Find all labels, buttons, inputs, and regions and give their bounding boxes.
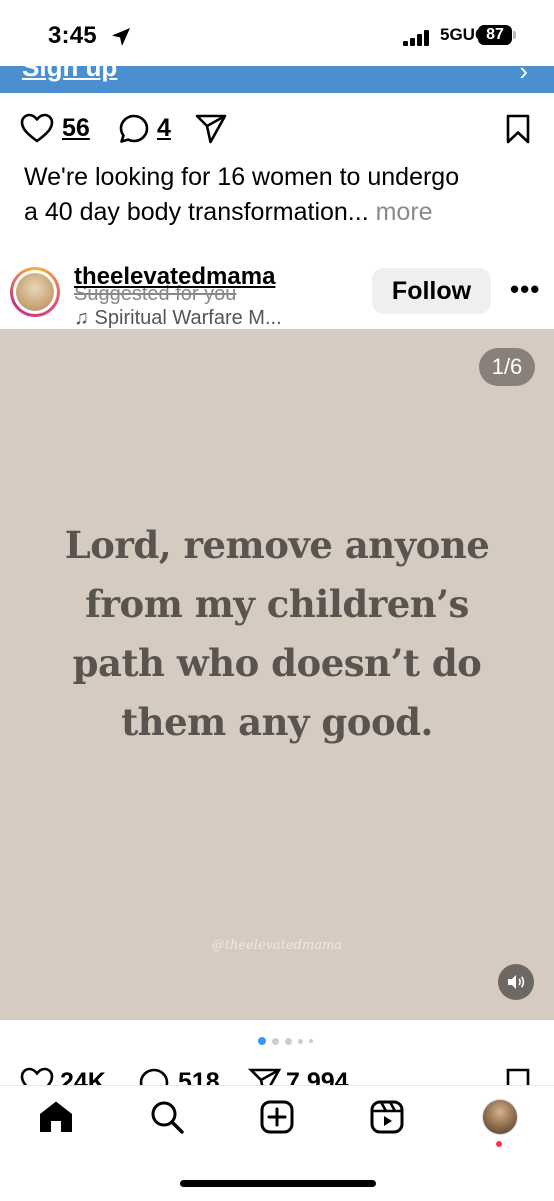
reels-icon[interactable] <box>370 1100 404 1134</box>
profile-avatar[interactable] <box>482 1099 518 1135</box>
comment-icon[interactable] <box>118 113 150 145</box>
chevron-right-icon: › <box>519 66 528 86</box>
battery-tip <box>513 31 516 39</box>
status-bar: 3:45 5GUC 87 <box>0 0 554 66</box>
signup-banner[interactable]: Sign up › <box>0 66 554 93</box>
follow-button[interactable]: Follow <box>372 268 491 314</box>
caption-line: We're looking for 16 women to undergo <box>24 163 460 191</box>
signup-link[interactable]: Sign up <box>22 66 117 83</box>
carousel-dot <box>258 1037 266 1045</box>
search-icon[interactable] <box>150 1100 184 1134</box>
carousel-dot <box>298 1038 303 1044</box>
more-options-icon[interactable]: ••• <box>510 274 540 305</box>
comment-icon[interactable] <box>138 1067 170 1085</box>
carousel-dot <box>309 1039 313 1043</box>
post1-like-count[interactable]: 56 <box>62 114 90 143</box>
post2-like-count[interactable]: 24K <box>60 1068 106 1085</box>
post2-username[interactable]: theelevatedmama <box>74 263 275 291</box>
bookmark-icon[interactable] <box>505 1067 531 1085</box>
battery-level: 87 <box>478 25 512 45</box>
heart-icon[interactable] <box>20 1067 54 1085</box>
home-indicator <box>180 1180 376 1187</box>
bookmark-icon[interactable] <box>505 113 531 145</box>
sound-button[interactable] <box>498 964 534 1000</box>
post2-action-row: 24K 518 7,994 <box>0 1063 554 1085</box>
caption-line: a 40 day body transformation... more <box>24 195 534 230</box>
status-time: 3:45 <box>48 22 97 49</box>
post2-comment-count[interactable]: 518 <box>178 1068 220 1085</box>
create-icon[interactable] <box>260 1100 294 1134</box>
post1-comment-count[interactable]: 4 <box>157 114 171 143</box>
carousel-dot <box>285 1037 292 1045</box>
heart-icon[interactable] <box>20 113 54 143</box>
watermark: @theelevatedmama <box>211 938 343 953</box>
home-icon[interactable] <box>38 1100 74 1134</box>
carousel-page-indicator: 1/6 <box>479 348 535 386</box>
caption-more-link[interactable]: more <box>376 198 433 226</box>
share-icon[interactable] <box>194 113 228 145</box>
post2-share-count[interactable]: 7,994 <box>286 1068 349 1085</box>
signal-icon <box>403 30 429 46</box>
location-arrow-icon <box>112 28 130 46</box>
post1-caption: We're looking for 16 women to undergo a … <box>24 160 534 230</box>
notification-dot <box>496 1141 502 1147</box>
avatar[interactable] <box>16 273 54 311</box>
quote-text: Lord, remove anyone from my children’s p… <box>64 523 490 744</box>
speaker-icon <box>508 975 525 989</box>
post1-action-row: 56 4 <box>0 110 554 150</box>
carousel-dot <box>272 1037 279 1045</box>
share-icon[interactable] <box>248 1067 282 1085</box>
audio-track[interactable]: ♫ Spiritual Warfare M... <box>74 307 349 329</box>
caption-text: a 40 day body transformation... <box>24 198 369 226</box>
